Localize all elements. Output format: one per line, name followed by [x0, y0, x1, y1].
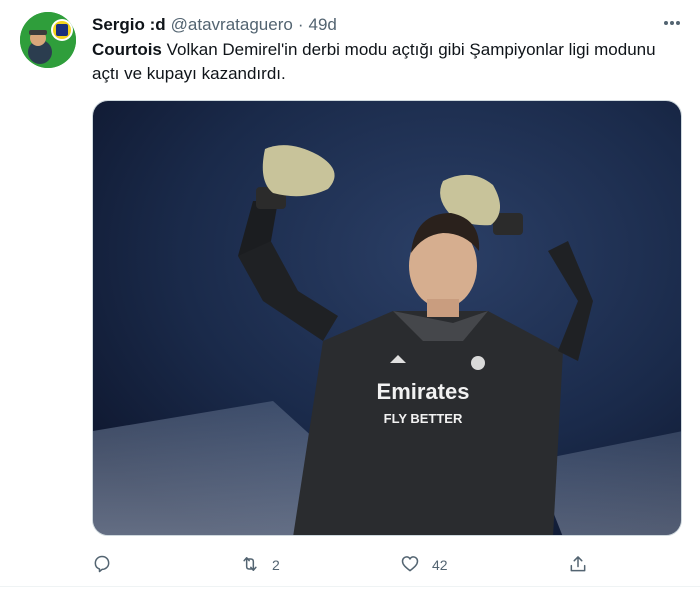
divider	[0, 586, 700, 587]
more-options-icon[interactable]	[660, 14, 684, 32]
share-button[interactable]	[568, 553, 588, 577]
reply-icon	[92, 554, 112, 577]
tweet-text-line-2: açtı ve kupayı kazandırdı.	[92, 64, 286, 83]
avatar[interactable]	[20, 12, 76, 68]
tweet-text-line-1: Volkan Demirel'in derbi modu açtığı gibi…	[161, 40, 656, 59]
tweet[interactable]: Sergio :d @atavrataguero · 49d Courtois …	[0, 0, 700, 589]
timestamp[interactable]: 49d	[309, 15, 337, 35]
tweet-header: Sergio :d @atavrataguero · 49d	[92, 14, 337, 36]
share-icon	[568, 554, 588, 577]
retweet-button[interactable]: 2	[240, 553, 280, 577]
user-handle[interactable]: @atavrataguero	[171, 15, 293, 35]
retweet-count: 2	[272, 557, 280, 573]
retweet-icon	[240, 554, 260, 577]
mention-name: Courtois	[92, 40, 162, 59]
separator-dot: ·	[297, 15, 304, 34]
display-name[interactable]: Sergio :d	[92, 15, 166, 35]
like-button[interactable]: 42	[400, 553, 448, 577]
reply-button[interactable]	[92, 553, 112, 577]
jersey-sponsor-text: Emirates	[377, 379, 470, 404]
jersey-slogan-text: FLY BETTER	[384, 411, 463, 426]
tweet-photo[interactable]: Emirates FLY BETTER	[92, 100, 682, 536]
like-count: 42	[432, 557, 448, 573]
tweet-text: Courtois Volkan Demirel'in derbi modu aç…	[92, 38, 682, 86]
tweet-actions: 2 42	[92, 553, 592, 577]
heart-icon	[400, 554, 420, 577]
